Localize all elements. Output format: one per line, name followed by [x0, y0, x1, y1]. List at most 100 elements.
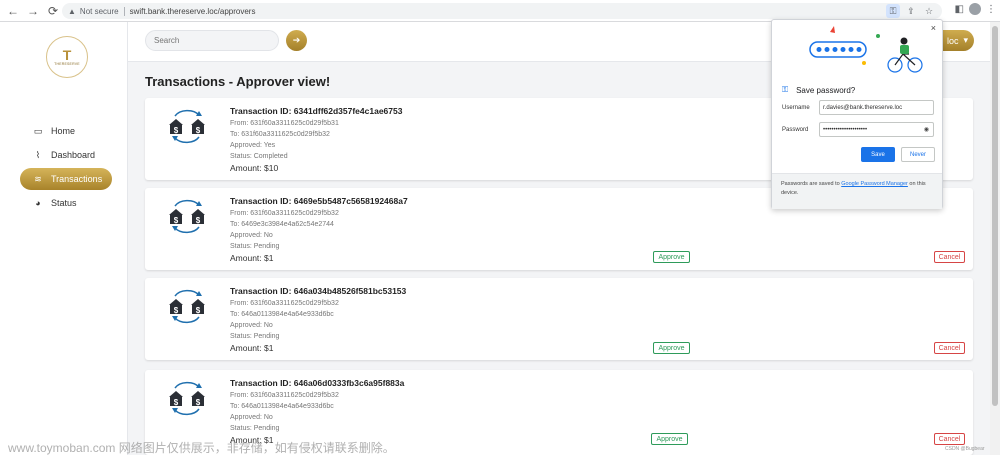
- browser-actions: ◧ ⋮: [955, 3, 996, 15]
- password-field[interactable]: ••••••••••••••••••••• ◉: [819, 122, 934, 137]
- transaction-id: Transaction ID: 6341dff62d357fe4c1ae6753: [230, 106, 403, 116]
- svg-text:$: $: [196, 306, 201, 315]
- transfer-icon: $ $: [169, 289, 205, 324]
- share-icon[interactable]: ⇪: [904, 4, 918, 18]
- transaction-card: $ $ Transaction ID: 646a034b48526f581bc5…: [145, 278, 973, 360]
- user-label: loc: [946, 35, 959, 46]
- omnibox-actions: ⚿ ⇪ ☆: [886, 4, 936, 18]
- transaction-amount: Amount: $10: [230, 163, 279, 173]
- svg-text:$: $: [196, 126, 201, 135]
- security-label: Not secure: [79, 6, 119, 16]
- page-scrollbar[interactable]: [990, 22, 1000, 455]
- sidebar-item-transactions[interactable]: ≋ Transactions: [20, 168, 112, 190]
- transaction-approved: Approved: No: [230, 414, 273, 421]
- transfer-icon: $ $: [169, 109, 205, 144]
- transaction-from: From: 631f60a3311625c0d29f5b32: [230, 392, 339, 399]
- transaction-status: Status: Pending: [230, 333, 280, 340]
- save-password-dialog: × ⚿ Save password? Username r.davies@ban…: [771, 19, 943, 209]
- svg-text:$: $: [174, 216, 179, 225]
- caret-down-icon: ▾: [963, 35, 968, 45]
- sidepanel-icon[interactable]: ◧: [955, 4, 964, 15]
- transaction-approved: Approved: No: [230, 322, 273, 329]
- key-icon: ⚿: [782, 85, 789, 94]
- dialog-header: ⚿ Save password?: [782, 85, 855, 95]
- back-arrow-icon[interactable]: ←: [6, 4, 20, 18]
- transaction-amount: Amount: $1: [230, 253, 274, 263]
- coins-icon: ≋: [34, 173, 42, 184]
- pie-chart-icon: ◕: [35, 198, 41, 208]
- sidebar-item-status[interactable]: ◕ Status: [20, 192, 112, 214]
- divider: [123, 6, 125, 16]
- svg-text:$: $: [174, 126, 179, 135]
- save-button[interactable]: Save: [861, 147, 895, 162]
- sidebar-menu: ▭ Home ⌇ Dashboard ≋ Transactions ◕ Stat…: [20, 120, 112, 216]
- chart-line-icon: ⌇: [35, 149, 41, 160]
- cancel-button[interactable]: Cancel: [934, 342, 965, 354]
- transaction-status: Status: Pending: [230, 425, 280, 432]
- profile-avatar-icon[interactable]: [969, 3, 981, 15]
- svg-text:$: $: [174, 398, 179, 407]
- eye-icon[interactable]: ◉: [924, 126, 929, 133]
- reload-icon[interactable]: ⟳: [46, 4, 60, 18]
- bank-logo: T THERESERVE: [46, 36, 88, 78]
- sidebar-item-label: Transactions: [51, 174, 103, 184]
- cancel-button[interactable]: Cancel: [934, 433, 965, 445]
- star-icon[interactable]: ☆: [922, 4, 936, 18]
- url-text: swift.bank.thereserve.loc/approvers: [129, 6, 256, 16]
- key-icon[interactable]: ⚿: [886, 4, 900, 18]
- sidebar-item-dashboard[interactable]: ⌇ Dashboard: [20, 144, 112, 166]
- approve-button[interactable]: Approve: [653, 251, 690, 263]
- transaction-amount: Amount: $1: [230, 343, 274, 353]
- sidebar: T THERESERVE ▭ Home ⌇ Dashboard ≋ Transa…: [0, 22, 128, 455]
- transaction-details: Transaction ID: 6341dff62d357fe4c1ae6753…: [230, 106, 402, 173]
- transaction-details: Transaction ID: 646a06d0333fb3c6a95f883a…: [230, 378, 404, 445]
- svg-text:$: $: [196, 216, 201, 225]
- transaction-from: From: 631f60a3311625c0d29f5b32: [230, 210, 339, 217]
- transfer-icon: $ $: [169, 199, 205, 234]
- dialog-title: Save password?: [796, 85, 856, 95]
- transaction-to: To: 646a0113984e4a64e933d6bc: [230, 311, 334, 318]
- warning-icon: ▲: [68, 6, 76, 16]
- transaction-id: Transaction ID: 6469e5b5487c5658192468a7: [230, 196, 408, 206]
- svg-text:$: $: [196, 398, 201, 407]
- transaction-from: From: 631f60a3311625c0d29f5b32: [230, 300, 339, 307]
- arrow-right-icon: ➔: [292, 35, 301, 45]
- close-icon[interactable]: ×: [931, 23, 936, 33]
- username-label: Username: [782, 105, 810, 111]
- transaction-details: Transaction ID: 6469e5b5487c5658192468a7…: [230, 196, 408, 263]
- scrollbar-thumb[interactable]: [992, 26, 998, 406]
- transaction-from: From: 631f60a3311625c0d29f5b31: [230, 120, 339, 127]
- csdn-credit: CSDN @Bugbear: [945, 446, 985, 452]
- transaction-approved: Approved: Yes: [230, 142, 276, 149]
- transaction-id: Transaction ID: 646a034b48526f581bc53153: [230, 286, 407, 296]
- dialog-footer: Passwords are saved to Google Password M…: [772, 173, 942, 209]
- never-button[interactable]: Never: [901, 147, 935, 162]
- transaction-approved: Approved: No: [230, 232, 273, 239]
- approve-button[interactable]: Approve: [653, 342, 690, 354]
- transfer-icon: $ $: [169, 381, 205, 416]
- search-input[interactable]: [145, 30, 279, 51]
- password-label: Password: [782, 127, 809, 133]
- transaction-status: Status: Completed: [230, 153, 288, 160]
- password-illustration: [809, 26, 923, 73]
- search-submit-button[interactable]: ➔: [286, 30, 307, 51]
- page-title: Transactions - Approver view!: [145, 74, 331, 89]
- sidebar-item-label: Status: [51, 198, 77, 208]
- sidebar-item-label: Home: [51, 126, 76, 136]
- menu-dots-icon[interactable]: ⋮: [986, 4, 996, 15]
- svg-text:$: $: [174, 306, 179, 315]
- forward-arrow-icon[interactable]: →: [26, 4, 40, 18]
- transaction-status: Status: Pending: [230, 243, 280, 250]
- transaction-id: Transaction ID: 646a06d0333fb3c6a95f883a: [230, 378, 405, 388]
- monitor-icon: ▭: [33, 125, 43, 136]
- transaction-to: To: 646a0113984e4a64e933d6bc: [230, 403, 334, 410]
- sidebar-item-home[interactable]: ▭ Home: [20, 120, 112, 142]
- address-bar[interactable]: ▲ Not secure swift.bank.thereserve.loc/a…: [62, 3, 942, 19]
- watermark-text: www.toymoban.com 网络图片仅供展示，非存储，如有侵权请联系删除。: [8, 441, 395, 455]
- username-field[interactable]: r.davies@bank.thereserve.loc: [819, 100, 934, 115]
- transaction-details: Transaction ID: 646a034b48526f581bc53153…: [230, 286, 406, 353]
- password-manager-link[interactable]: Google Password Manager: [841, 181, 908, 187]
- sidebar-item-label: Dashboard: [51, 150, 96, 160]
- cancel-button[interactable]: Cancel: [934, 251, 965, 263]
- approve-button[interactable]: Approve: [651, 433, 688, 445]
